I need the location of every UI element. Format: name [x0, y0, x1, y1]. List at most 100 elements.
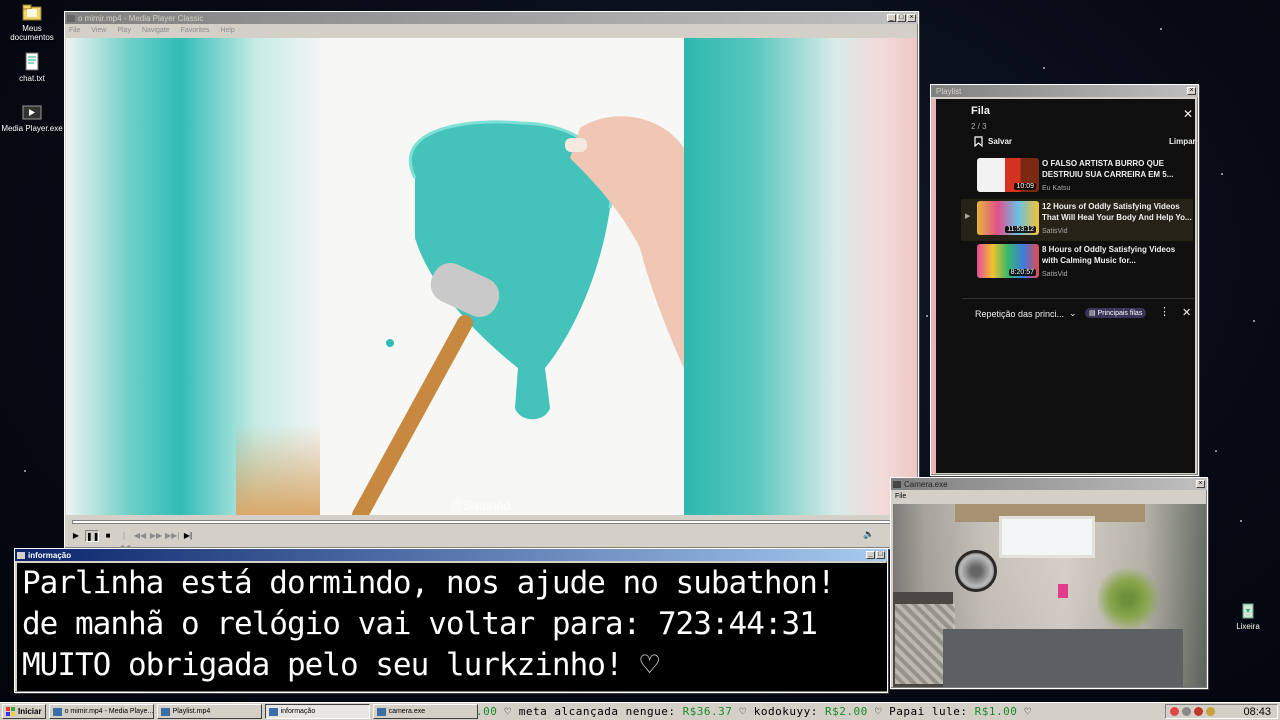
camera-room-window	[999, 516, 1095, 558]
close-icon[interactable]: ✕	[1182, 306, 1191, 319]
info-line-2: de manhã o relógio vai voltar para: 723:…	[22, 606, 818, 642]
tray-app-icon[interactable]	[1194, 707, 1203, 716]
seek-bar[interactable]	[66, 517, 917, 527]
menu-play[interactable]: Play	[117, 27, 131, 34]
clear-button[interactable]: Limpar	[1169, 137, 1196, 146]
queue-item-current[interactable]: ▶ 11:53:12 12 Hours of Oddly Satisfying …	[961, 199, 1193, 241]
app-icon	[67, 14, 75, 22]
video-blur-left	[66, 38, 320, 515]
desktop-icon-media-player[interactable]: Media Player.exe	[0, 102, 64, 133]
app-icon	[376, 707, 386, 716]
menu-favorites[interactable]: Favorites	[181, 27, 210, 34]
more-options-icon[interactable]: ⋮	[1159, 305, 1170, 318]
task-label: Playlist.mp4	[172, 708, 211, 715]
close-icon[interactable]: ✕	[1183, 107, 1193, 121]
desktop-icon-documents[interactable]: Meus documentos	[0, 2, 64, 42]
main-queue-pill[interactable]: ▤ Principais filas	[1085, 308, 1147, 318]
pill-label: Principais filas	[1097, 310, 1143, 317]
tray-app-icon[interactable]	[1182, 707, 1191, 716]
clock[interactable]: 08:43	[1243, 706, 1271, 718]
ticker-segment: R$1.00	[974, 705, 1018, 718]
info-titlebar[interactable]: informação _ □	[15, 549, 887, 561]
menu-file[interactable]: File	[895, 493, 906, 500]
windows-logo-icon	[6, 707, 15, 716]
video-area[interactable]: @SatisVid	[66, 38, 917, 515]
now-playing-icon: ▶	[965, 213, 971, 220]
maximize-button[interactable]: □	[876, 551, 885, 559]
close-button[interactable]: ×	[1187, 87, 1196, 95]
media-player-window: o mimir.mp4 - Media Player Classic _ □ ×…	[64, 11, 919, 552]
task-info[interactable]: informação	[264, 704, 370, 719]
camera-fan	[955, 550, 997, 592]
task-camera[interactable]: camera.exe	[372, 704, 478, 719]
queue-item[interactable]: 8:20:57 8 Hours of Oddly Satisfying Vide…	[961, 242, 1193, 284]
maximize-button[interactable]: □	[897, 14, 906, 22]
playlist-titlebar[interactable]: Playlist ×	[931, 85, 1198, 97]
menu-navigate[interactable]: Navigate	[142, 27, 170, 34]
close-button[interactable]: ×	[907, 14, 916, 22]
video-blur-right	[684, 38, 917, 515]
save-button[interactable]: Salvar	[974, 136, 1012, 147]
task-media-player[interactable]: o mimir.mp4 - Media Playe...	[48, 704, 154, 719]
tray-app-icon[interactable]	[1170, 707, 1179, 716]
save-label: Salvar	[988, 137, 1013, 146]
queue-title: Fila	[971, 105, 990, 117]
task-playlist[interactable]: Playlist.mp4	[156, 704, 262, 719]
close-button[interactable]: ×	[1196, 480, 1205, 488]
video-title: 12 Hours of Oddly Satisfying Videos That…	[1042, 202, 1192, 222]
channel-name: SatisVid	[1042, 271, 1068, 278]
frame-step-icon[interactable]: ▶|	[181, 530, 195, 542]
ticker-segment: ♡ kodokuyy:	[732, 705, 826, 718]
seek-track[interactable]	[72, 520, 913, 524]
video-watermark: @SatisVid	[450, 498, 511, 513]
start-button[interactable]: Iniciar	[2, 704, 46, 719]
video-thumbnail: 8:20:57	[977, 244, 1039, 278]
desktop-icon-chat[interactable]: chat.txt	[0, 52, 64, 83]
desktop-icon-recycle-bin[interactable]: Lixeira	[1216, 600, 1280, 631]
menu-help[interactable]: Help	[220, 27, 234, 34]
camera-window: Camera.exe × File	[890, 477, 1208, 689]
pause-icon[interactable]: ❚❚	[85, 530, 99, 542]
menu-view[interactable]: View	[91, 27, 106, 34]
app-icon	[160, 707, 170, 716]
channel-name: SatisVid	[1042, 228, 1068, 235]
ticker-segment: R$2.00	[825, 705, 868, 718]
info-text-area: Parlinha está dormindo, nos ajude no sub…	[17, 563, 887, 691]
playback-controls: ▶ ❚❚ ■ |◀◀ ◀◀ ▶▶ ▶▶| ▶|	[69, 529, 195, 552]
window-title: informação	[28, 550, 72, 560]
minimize-button[interactable]: _	[887, 14, 896, 22]
media-player-titlebar[interactable]: o mimir.mp4 - Media Player Classic _ □ ×	[65, 12, 918, 24]
forward-icon[interactable]: ▶▶	[149, 530, 163, 542]
taskbar: Iniciar o mimir.mp4 - Media Playe... Pla…	[0, 702, 1280, 720]
text-file-icon	[21, 52, 43, 72]
prev-chapter-icon[interactable]: |◀◀	[117, 530, 131, 552]
rewind-icon[interactable]: ◀◀	[133, 530, 147, 542]
info-line-3: MUITO obrigada pelo seu lurkzinho! ♡	[22, 647, 659, 683]
speaker-icon[interactable]: 🔈	[863, 529, 874, 540]
camera-titlebar[interactable]: Camera.exe ×	[891, 478, 1207, 490]
loop-dropdown[interactable]: Repetição das princi... ⌄	[975, 308, 1077, 319]
task-label: informação	[280, 708, 316, 715]
stop-icon[interactable]: ■	[101, 530, 115, 542]
tray-app-icon[interactable]	[1206, 707, 1215, 716]
camera-plant	[1098, 564, 1158, 634]
info-window: informação _ □ Parlinha está dormindo, n…	[14, 548, 888, 693]
loop-label: Repetição das princi...	[975, 308, 1065, 319]
ticker-segment: ♡ Papai lule:	[867, 705, 975, 718]
app-icon	[17, 551, 25, 559]
desktop-icon-label: chat.txt	[19, 74, 45, 83]
minimize-button[interactable]: _	[866, 551, 875, 559]
duration-badge: 8:20:57	[1008, 269, 1036, 276]
queue-item[interactable]: 10:09 O FALSO ARTISTA BURRO QUE DESTRUIU…	[961, 156, 1193, 198]
play-icon[interactable]: ▶	[69, 530, 83, 542]
camera-table	[943, 629, 1183, 687]
window-title: Camera.exe	[904, 479, 948, 489]
ticker-segment: .00	[476, 705, 498, 718]
app-icon	[268, 707, 278, 716]
queue-icon: ▤	[1089, 310, 1096, 317]
queue-count: 2 / 3	[971, 122, 987, 131]
next-chapter-icon[interactable]: ▶▶|	[165, 530, 179, 542]
system-tray: 08:43	[1165, 704, 1278, 719]
recycle-bin-icon	[1237, 600, 1259, 620]
menu-file[interactable]: File	[69, 27, 80, 34]
